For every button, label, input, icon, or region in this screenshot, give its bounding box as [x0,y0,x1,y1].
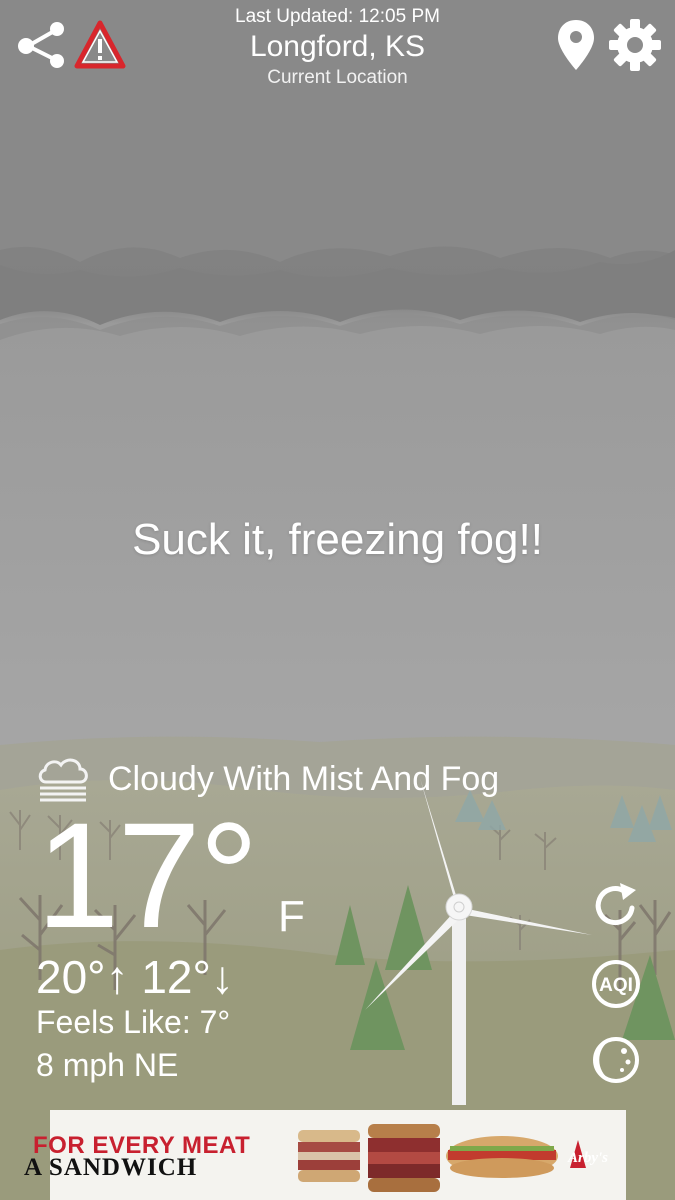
high-low-temps: 20°↑ 12°↓ [36,950,234,1004]
ad-brand-logo: Arby's [568,1150,609,1166]
wind-info: 8 mph NE [36,1047,179,1083]
gear-icon[interactable] [608,18,662,72]
aqi-icon: AQI [592,960,640,1008]
down-arrow-icon: ↓ [210,951,234,1003]
current-temperature: 17° [36,791,259,959]
refresh-icon[interactable] [590,880,642,932]
aqi-button[interactable]: AQI [590,958,642,1010]
high-temp: 20° [36,951,106,1003]
low-temp: 12° [141,951,211,1003]
temperature-unit[interactable]: F [278,892,305,942]
up-arrow-icon: ↑ [105,951,129,1003]
location-pin-icon[interactable] [555,18,597,72]
alert-icon[interactable] [74,20,126,70]
weather-message: Suck it, freezing fog!! [132,515,543,564]
aqi-label: AQI [599,975,633,996]
share-icon[interactable] [16,20,68,70]
moon-phase-icon[interactable] [590,1034,642,1086]
feels-like: Feels Like: 7° [36,1004,231,1040]
ad-headline-2: A SANDWICH [24,1154,198,1181]
